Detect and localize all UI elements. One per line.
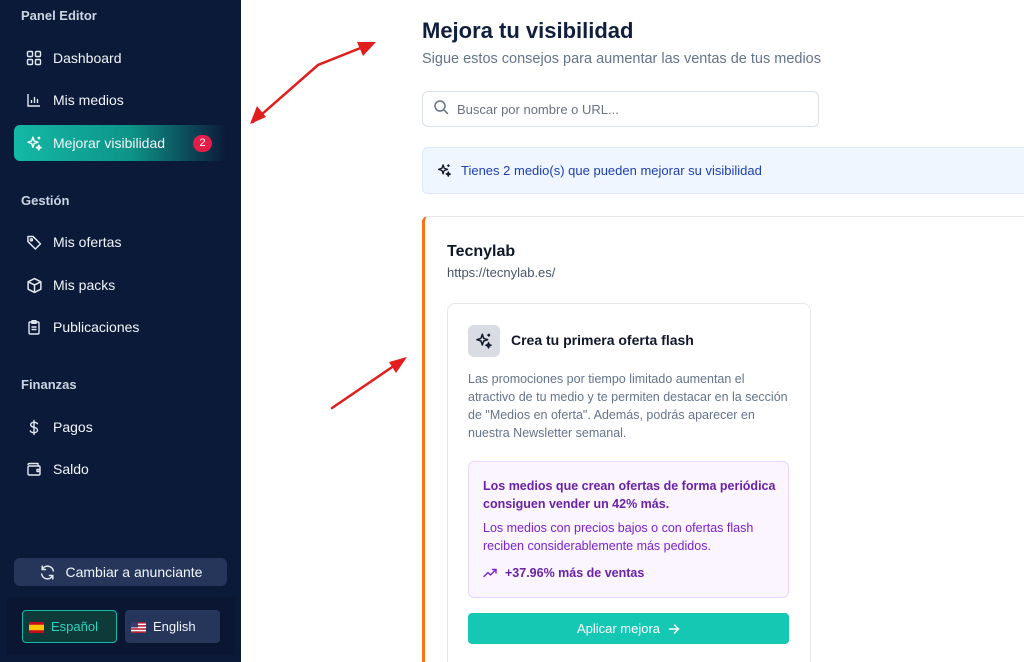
wallet-icon	[25, 460, 43, 478]
sparkles-icon	[437, 163, 452, 178]
apply-button-label: Aplicar mejora	[576, 621, 661, 636]
media-name: Tecnylab	[447, 243, 516, 260]
stat-text: Los medios con precios bajos o con ofert…	[483, 521, 754, 553]
info-banner: Tienes 2 medio(s) que pueden mejorar su …	[422, 147, 1024, 194]
panel-title: Panel Editor	[21, 8, 97, 23]
search-input[interactable]	[457, 101, 797, 117]
tag-icon	[25, 233, 43, 251]
info-banner-text: Tienes 2 medio(s) que pueden mejorar su …	[461, 163, 762, 178]
sidebar-item-publicaciones[interactable]: Publicaciones	[14, 309, 226, 345]
refresh-icon	[39, 564, 56, 581]
page-subtitle: Sigue estos consejos para aumentar las v…	[422, 51, 821, 67]
arrow-right-icon	[668, 623, 680, 635]
sidebar-item-pagos[interactable]: Pagos	[14, 409, 226, 445]
annotation-arrow	[330, 357, 406, 410]
sidebar-item-mejorar-visibilidad[interactable]: Mejorar visibilidad 2	[14, 125, 226, 161]
sparkles-icon	[25, 134, 43, 152]
page-title: Mejora tu visibilidad	[422, 18, 634, 43]
dollar-icon	[25, 418, 43, 436]
stat-growth: +37.96% más de ventas	[483, 566, 644, 580]
flag-usa-icon	[131, 621, 146, 633]
sidebar-item-label: Publicaciones	[53, 319, 140, 335]
annotation-arrowhead	[357, 42, 376, 56]
sidebar-item-label: Mejorar visibilidad	[53, 135, 166, 151]
sidebar-item-label: Mis packs	[53, 277, 116, 293]
sparkles-icon	[468, 325, 500, 357]
tip-title: Crea tu primera oferta flash	[511, 332, 694, 348]
trending-up-icon	[483, 568, 497, 578]
annotation-arrowhead	[389, 357, 407, 373]
flag-spain-icon	[29, 621, 44, 633]
tip-description: Las promociones por tiempo limitado aume…	[468, 372, 788, 440]
stat-highlight: Los medios que crean ofertas de forma pe…	[483, 479, 776, 511]
sidebar-item-label: Dashboard	[53, 50, 122, 66]
stat-growth-text: +37.96% más de ventas	[505, 566, 645, 580]
sidebar-item-mis-ofertas[interactable]: Mis ofertas	[14, 224, 226, 260]
section-title-gestion: Gestión	[21, 193, 70, 208]
sidebar-item-mis-medios[interactable]: Mis medios	[14, 82, 226, 118]
sidebar-item-dashboard[interactable]: Dashboard	[14, 40, 226, 76]
sidebar-item-label: Mis medios	[53, 92, 124, 108]
language-label: Español	[51, 619, 98, 634]
language-label: English	[153, 619, 196, 634]
grid-icon	[25, 49, 43, 67]
media-url: https://tecnylab.es/	[447, 265, 556, 280]
switch-to-advertiser-button[interactable]: Cambiar a anunciante	[14, 558, 227, 586]
sidebar: Panel Editor Dashboard Mis medios Mejora…	[0, 0, 241, 662]
language-button-es[interactable]: Español	[22, 610, 117, 643]
search-box	[422, 91, 819, 127]
apply-improvement-button[interactable]: Aplicar mejora	[468, 613, 789, 644]
sidebar-item-label: Saldo	[53, 461, 89, 477]
sidebar-item-label: Mis ofertas	[53, 234, 122, 250]
sidebar-item-saldo[interactable]: Saldo	[14, 451, 226, 487]
box-icon	[25, 276, 43, 294]
language-button-en[interactable]: English	[125, 610, 220, 643]
search-icon	[433, 99, 449, 120]
sidebar-item-label: Pagos	[53, 419, 93, 435]
annotation-arrowhead	[250, 106, 266, 124]
notification-badge: 2	[193, 134, 213, 152]
sidebar-item-mis-packs[interactable]: Mis packs	[14, 267, 226, 303]
section-title-finanzas: Finanzas	[21, 377, 77, 392]
bar-chart-icon	[25, 91, 43, 109]
annotation-arrow	[251, 41, 375, 124]
language-selector: Español English	[7, 597, 235, 655]
switch-button-label: Cambiar a anunciante	[65, 564, 203, 580]
clipboard-icon	[25, 318, 43, 336]
